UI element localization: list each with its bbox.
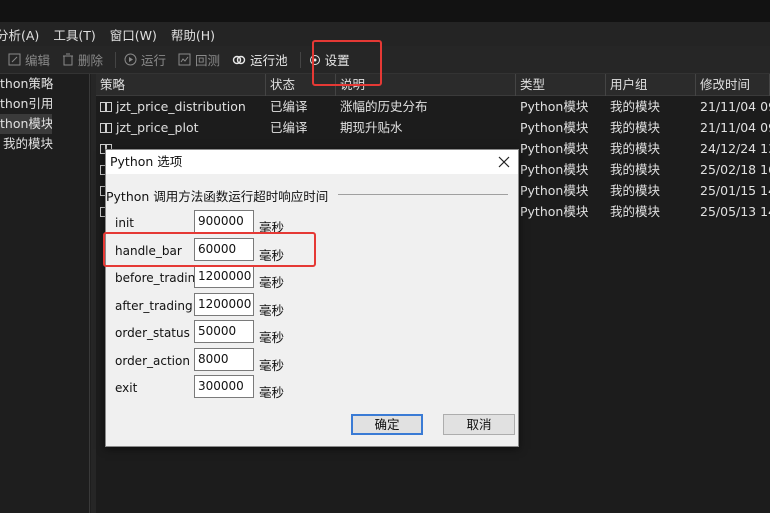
unit-label: 毫秒 xyxy=(259,385,285,400)
table-cell: 我的模块 xyxy=(610,120,661,135)
table-cell: Python模块 xyxy=(520,99,589,114)
toolbar-divider xyxy=(115,51,117,68)
timeout-group-label: Python 调用方法函数运行超时响应时间 xyxy=(106,189,329,204)
python-options-dialog: Python 选项 Python 调用方法函数运行超时响应时间 init 9000… xyxy=(105,149,519,447)
table-cell: jzt_price_distribution xyxy=(96,96,266,117)
init-timeout-input[interactable]: 900000 xyxy=(194,210,254,233)
table-cell: 我的模块 xyxy=(610,162,661,177)
table-cell: 24/12/24 13 xyxy=(700,141,770,156)
menu-bar: 分析(A) 工具(T) 窗口(W) 帮助(H) xyxy=(0,22,770,46)
table-cell: 25/02/18 16 xyxy=(700,162,770,177)
sidebar-item-python-strategy[interactable]: thon策略 xyxy=(0,74,89,94)
table-cell: Python模块 xyxy=(520,120,589,135)
sidebar-item-python-module[interactable]: thon模块 xyxy=(0,114,52,134)
play-icon xyxy=(124,53,137,66)
order-status-timeout-input[interactable]: 50000 xyxy=(194,320,254,343)
unit-label: 毫秒 xyxy=(259,275,285,290)
table-cell: Python模块 xyxy=(520,141,589,156)
table-cell: Python模块 xyxy=(520,204,589,219)
run-button[interactable]: 运行 xyxy=(124,50,166,69)
column-header-user-group[interactable]: 用户组 xyxy=(606,74,696,96)
field-label-order-status: order_status xyxy=(115,326,190,340)
sidebar-item-my-module[interactable]: 我的模块 xyxy=(0,134,89,154)
pool-icon xyxy=(232,55,246,64)
table-cell: 涨幅的历史分布 xyxy=(340,99,428,114)
module-icon xyxy=(100,123,112,133)
backtest-button[interactable]: 回测 xyxy=(178,50,220,69)
table-cell: 我的模块 xyxy=(610,204,661,219)
table-row[interactable]: jzt_price_plot 已编译 期现升贴水 Python模块 我的模块 21/11/… xyxy=(96,117,770,138)
before-trading-timeout-input[interactable]: 1200000 xyxy=(194,265,254,288)
close-icon[interactable] xyxy=(498,156,510,168)
settings-highlight xyxy=(312,40,382,86)
menu-tools[interactable]: 工具(T) xyxy=(53,25,95,44)
sidebar-item-python-reference[interactable]: thon引用 xyxy=(0,94,89,114)
table-cell: 21/11/04 09 xyxy=(700,120,770,135)
toolbar-divider xyxy=(299,51,301,68)
unit-label: 毫秒 xyxy=(259,330,285,345)
table-cell: 25/05/13 14 xyxy=(700,204,770,219)
table-cell: 我的模块 xyxy=(610,141,661,156)
group-divider xyxy=(338,194,508,195)
table-cell: 我的模块 xyxy=(610,183,661,198)
menu-help[interactable]: 帮助(H) xyxy=(171,25,215,44)
edit-button[interactable]: 编辑 xyxy=(8,50,50,69)
sidebar: thon策略 thon引用 thon模块 我的模块 xyxy=(0,74,90,513)
module-icon xyxy=(100,102,112,112)
table-cell: 21/11/04 09 xyxy=(700,99,770,114)
title-strip xyxy=(0,0,770,22)
order-action-timeout-input[interactable]: 8000 xyxy=(194,347,254,371)
table-cell: 期现升贴水 xyxy=(340,120,403,135)
field-label-exit: exit xyxy=(115,381,138,395)
field-label-order-action: order_action xyxy=(115,353,190,368)
table-cell: 我的模块 xyxy=(610,99,661,114)
run-pool-button[interactable]: 运行池 xyxy=(232,50,288,69)
column-header-modified-time[interactable]: 修改时间 xyxy=(696,74,770,96)
chart-icon xyxy=(178,53,191,66)
table-cell: 已编译 xyxy=(270,120,308,135)
table-cell: Python模块 xyxy=(520,162,589,177)
column-header-type[interactable]: 类型 xyxy=(516,74,606,96)
delete-button[interactable]: 删除 xyxy=(62,50,103,69)
table-row[interactable]: jzt_price_distribution 已编译 涨幅的历史分布 Python模块… xyxy=(96,96,770,117)
column-header-strategy[interactable]: 策略 xyxy=(96,74,266,96)
table-cell: jzt_price_plot xyxy=(96,117,266,138)
menu-analysis[interactable]: 分析(A) xyxy=(0,25,39,44)
dialog-title-bar: Python 选项 xyxy=(106,150,518,174)
menu-window[interactable]: 窗口(W) xyxy=(110,25,157,44)
unit-label: 毫秒 xyxy=(259,357,285,373)
field-label-init: init xyxy=(115,216,134,230)
table-cell: Python模块 xyxy=(520,183,589,198)
toolbar: 编辑 删除 运行 回测 运行池 设置 xyxy=(0,46,770,74)
edit-icon xyxy=(8,53,21,66)
table-cell: 已编译 xyxy=(270,99,308,114)
table-cell: 25/01/15 14 xyxy=(700,183,770,198)
trash-icon xyxy=(63,53,74,66)
field-label-before-trading: before_trading xyxy=(115,271,203,285)
cancel-button[interactable]: 取消 xyxy=(443,414,515,435)
ok-button[interactable]: 确定 xyxy=(351,414,423,435)
after-trading-timeout-input[interactable]: 1200000 xyxy=(194,292,254,316)
table-header: 策略 状态 说明 类型 用户组 修改时间 xyxy=(96,74,770,96)
unit-label: 毫秒 xyxy=(259,302,285,318)
handle-bar-highlight xyxy=(103,232,316,267)
dialog-title: Python 选项 xyxy=(110,154,183,169)
exit-timeout-input[interactable]: 300000 xyxy=(194,375,254,398)
field-label-after-trading: after_trading xyxy=(115,298,193,313)
